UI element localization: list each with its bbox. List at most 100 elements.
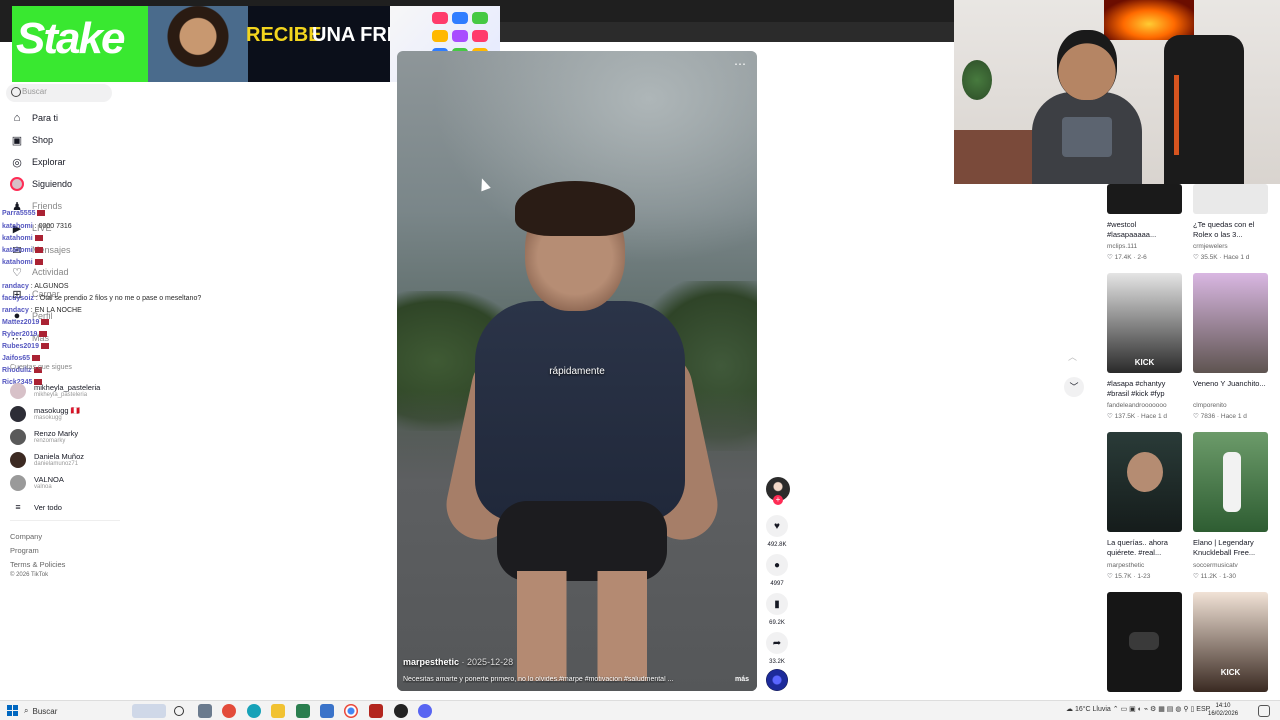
footer-company[interactable]: Company: [10, 532, 42, 541]
edge-icon[interactable]: [247, 704, 261, 718]
video-person-legs: [517, 571, 647, 681]
explore-thumbnail[interactable]: [1193, 273, 1268, 373]
heart-icon: ♡: [1107, 254, 1115, 261]
following-account[interactable]: VALNOA valnoa: [10, 473, 130, 493]
chat-user: randacy: [2, 283, 29, 290]
discord-icon[interactable]: [418, 704, 432, 718]
explore-title[interactable]: Veneno Y Juanchito...: [1193, 379, 1273, 389]
taskbar-app-icon[interactable]: [222, 704, 236, 718]
explore-thumbnail[interactable]: [1107, 592, 1182, 692]
explore-title[interactable]: Elano | Legendary Knuckleball Free...: [1193, 538, 1273, 558]
explore-user[interactable]: marpesthetic: [1107, 562, 1187, 569]
follow-plus-icon[interactable]: +: [773, 495, 783, 505]
search-input[interactable]: Buscar: [6, 84, 112, 102]
account-name: Renzo Marky: [34, 428, 79, 438]
explore-thumbnail[interactable]: [1107, 432, 1182, 532]
cam-streamer: [1032, 30, 1142, 184]
video-person-shorts: [497, 501, 667, 581]
chat-user: Jaifos65: [2, 355, 31, 362]
comment-icon[interactable]: ●: [766, 554, 788, 576]
explore-user[interactable]: crmjewelers: [1193, 243, 1273, 250]
clock-date: 16/02/2026: [1208, 711, 1239, 717]
following-account[interactable]: mikheyla_pasteleria mikheyla_pasteleria: [10, 381, 130, 401]
taskbar-app-icon[interactable]: [369, 704, 383, 718]
explore-user[interactable]: soccermusicatv: [1193, 562, 1273, 569]
nav-siguiendo[interactable]: Siguiendo: [10, 175, 120, 193]
video-description: Necesitas amarte y ponerte primero, no l…: [403, 676, 674, 683]
windows-start-icon[interactable]: [7, 705, 18, 716]
video-author[interactable]: marpesthetic · 2025-12-28: [403, 657, 513, 667]
heart-icon[interactable]: ♥: [766, 515, 788, 537]
music-disc-icon[interactable]: [766, 669, 788, 691]
account-name: Daniela Muñoz: [34, 451, 85, 461]
more-link[interactable]: más: [735, 676, 749, 683]
explore-meta: ♡ 35.5K · Hace 1 d: [1193, 254, 1250, 261]
like-action[interactable]: ♥ 492.8K: [765, 515, 789, 548]
footer-copyright: © 2026 TikTok: [10, 572, 49, 578]
account-handle: mikheyla_pasteleria: [34, 391, 88, 398]
explore-thumbnail[interactable]: KICK: [1107, 273, 1182, 373]
explore-meta: ♡ 7836 · Hace 1 d: [1193, 413, 1247, 420]
explore-thumbnail[interactable]: KICK: [1193, 592, 1268, 692]
following-account[interactable]: Renzo Marky renzomarky: [10, 427, 130, 447]
home-icon: ⌂: [13, 112, 21, 124]
explore-title[interactable]: #westcol #lasapaaaaa...: [1107, 220, 1187, 240]
more-options-icon[interactable]: ⋯: [734, 57, 747, 71]
footer-program[interactable]: Program: [10, 546, 39, 555]
explore-user[interactable]: clmporenito: [1193, 402, 1273, 409]
taskbar-clock[interactable]: 14:10 16/02/2026: [1208, 702, 1238, 718]
taskbar-app-icon[interactable]: [296, 704, 310, 718]
account-handle: valnoa: [34, 483, 52, 490]
chat-line: Jaifos65: [2, 355, 41, 362]
chat-msg: ALGUNOS: [34, 283, 69, 290]
creator-avatar[interactable]: +: [766, 477, 790, 505]
explore-thumbnail[interactable]: [1193, 432, 1268, 532]
taskbar-widget-icon[interactable]: [132, 704, 166, 718]
save-action[interactable]: ▮ 69.2K: [765, 593, 789, 626]
explore-thumbnail[interactable]: [1107, 184, 1182, 214]
video-player[interactable]: ⋯ rápidamente marpesthetic · 2025-12-28 …: [397, 51, 757, 691]
chat-user: Mattez2019: [2, 319, 40, 326]
ad-person-image: [148, 6, 248, 82]
like-count: 492.8K: [767, 542, 787, 548]
following-account[interactable]: Daniela Muñoz danielamunoz71: [10, 450, 130, 470]
share-icon[interactable]: ➦: [766, 632, 788, 654]
task-view-icon[interactable]: [174, 706, 184, 716]
nav-explorar[interactable]: ◎ Explorar: [10, 153, 120, 171]
explore-user[interactable]: fandeleandrooooooo: [1107, 402, 1187, 409]
bookmark-icon[interactable]: ▮: [766, 593, 788, 615]
account-name: mikheyla_pasteleria: [34, 382, 101, 392]
share-action[interactable]: ➦ 33.2K: [765, 632, 789, 665]
obs-icon[interactable]: [394, 704, 408, 718]
explore-title[interactable]: ¿Te quedas con el Rolex o las 3...: [1193, 220, 1273, 240]
footer-terms[interactable]: Terms & Policies: [10, 560, 65, 569]
see-all-link[interactable]: ≡ Ver todo: [10, 497, 130, 517]
ad-headline-a: RECIBE: [246, 24, 322, 46]
author-name[interactable]: marpesthetic: [403, 657, 459, 667]
avatar: [10, 475, 26, 491]
chrome-icon[interactable]: [344, 704, 358, 718]
cam-plant: [962, 60, 992, 100]
nav-shop[interactable]: ▣ Shop: [10, 131, 120, 149]
explore-title[interactable]: La querías.. ahora quiérete. #real...: [1107, 538, 1187, 558]
nav-para-ti[interactable]: ⌂ Para ti: [10, 109, 120, 127]
notification-icon[interactable]: [1258, 705, 1270, 717]
file-explorer-icon[interactable]: [271, 704, 285, 718]
account-handle: danielamunoz71: [34, 460, 79, 467]
heart-icon: ♡: [1107, 573, 1115, 580]
avatar: [10, 406, 26, 422]
nav-label: Siguiendo: [32, 179, 73, 189]
scroll-up-icon[interactable]: ︿: [1068, 350, 1077, 363]
heart-icon: ♡: [1193, 254, 1201, 261]
explore-user[interactable]: mclips.111: [1107, 243, 1187, 250]
comment-action[interactable]: ● 4997: [765, 554, 789, 587]
following-account[interactable]: masokugg 🇵🇪 masokugg: [10, 404, 130, 424]
scroll-down-button[interactable]: ﹀: [1064, 377, 1084, 397]
taskbar-app-icon[interactable]: [198, 704, 212, 718]
heart-icon: ♡: [1107, 413, 1115, 420]
taskbar-app-icon[interactable]: [320, 704, 334, 718]
chat-line: Rubes2019: [2, 343, 49, 350]
explore-title[interactable]: #lasapa #chantyy #brasil #kick #fyp: [1107, 379, 1187, 399]
account-handle: renzomarky: [34, 437, 66, 444]
explore-thumbnail[interactable]: [1193, 184, 1268, 214]
